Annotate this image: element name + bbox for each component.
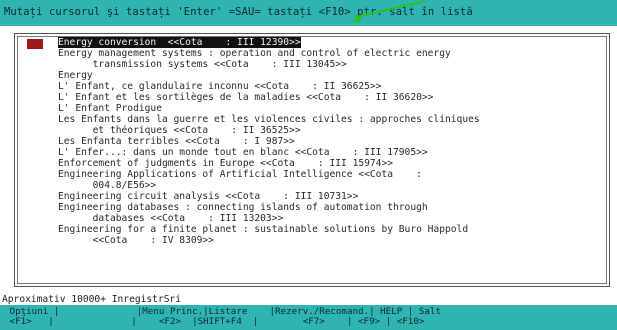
function-key-shortcuts[interactable]: <F1> | | <F2> |SHIFT+F4 | <F7> | <F9> | … — [4, 317, 425, 327]
list-item[interactable]: L' Enfant et les sortilèges de la maladi… — [58, 92, 433, 103]
list-item[interactable]: L' Enfant Prodigue — [58, 103, 162, 114]
list-item[interactable]: L' Enfer...: dans un monde tout en blanc… — [58, 147, 428, 158]
record-count-status: Aproximativ 10000+ InregistrSri — [2, 294, 182, 305]
list-item[interactable]: et théoriques <<Cota : II 36525>> — [58, 125, 301, 136]
list-item[interactable]: transmission systems <<Cota : III 13045>… — [58, 59, 347, 70]
selection-marker — [27, 39, 43, 49]
instruction-text: Mutați cursorul şi tastați 'Enter' =SAU=… — [4, 6, 473, 18]
list-item[interactable]: Enforcement of judgments in Europe <<Cot… — [58, 158, 393, 169]
list-item[interactable]: Les Enfants dans la guerre et les violen… — [58, 114, 480, 125]
list-item[interactable]: L' Enfant, ce glandulaire inconnu <<Cota… — [58, 81, 381, 92]
instruction-bar: Mutați cursorul şi tastați 'Enter' =SAU=… — [0, 0, 617, 26]
list-item[interactable]: Energy management systems : operation an… — [58, 48, 451, 59]
list-item[interactable]: databases <<Cota : III 13203>> — [58, 213, 284, 224]
list-item[interactable]: Energy — [58, 70, 93, 81]
list-item[interactable]: Engineering databases : connecting islan… — [58, 202, 428, 213]
list-item[interactable]: Engineering circuit analysis <<Cota : II… — [58, 191, 358, 202]
list-item[interactable]: <<Cota : IV 8309>> — [58, 235, 214, 246]
list-item[interactable]: Engineering Applications of Artificial I… — [58, 169, 422, 180]
list-item[interactable]: 004.8/E56>> — [58, 180, 157, 191]
list-item[interactable]: Engineering for a finite planet : sustai… — [58, 224, 468, 235]
list-item-selected[interactable]: Energy conversion <<Cota : III 12390>> — [58, 37, 301, 48]
list-item[interactable]: Les Enfanta terribles <<Cota : I 987>> — [58, 136, 295, 147]
function-key-bar: Opţiuni | |Menu Princ.|Listare |Rezerv./… — [0, 305, 617, 330]
